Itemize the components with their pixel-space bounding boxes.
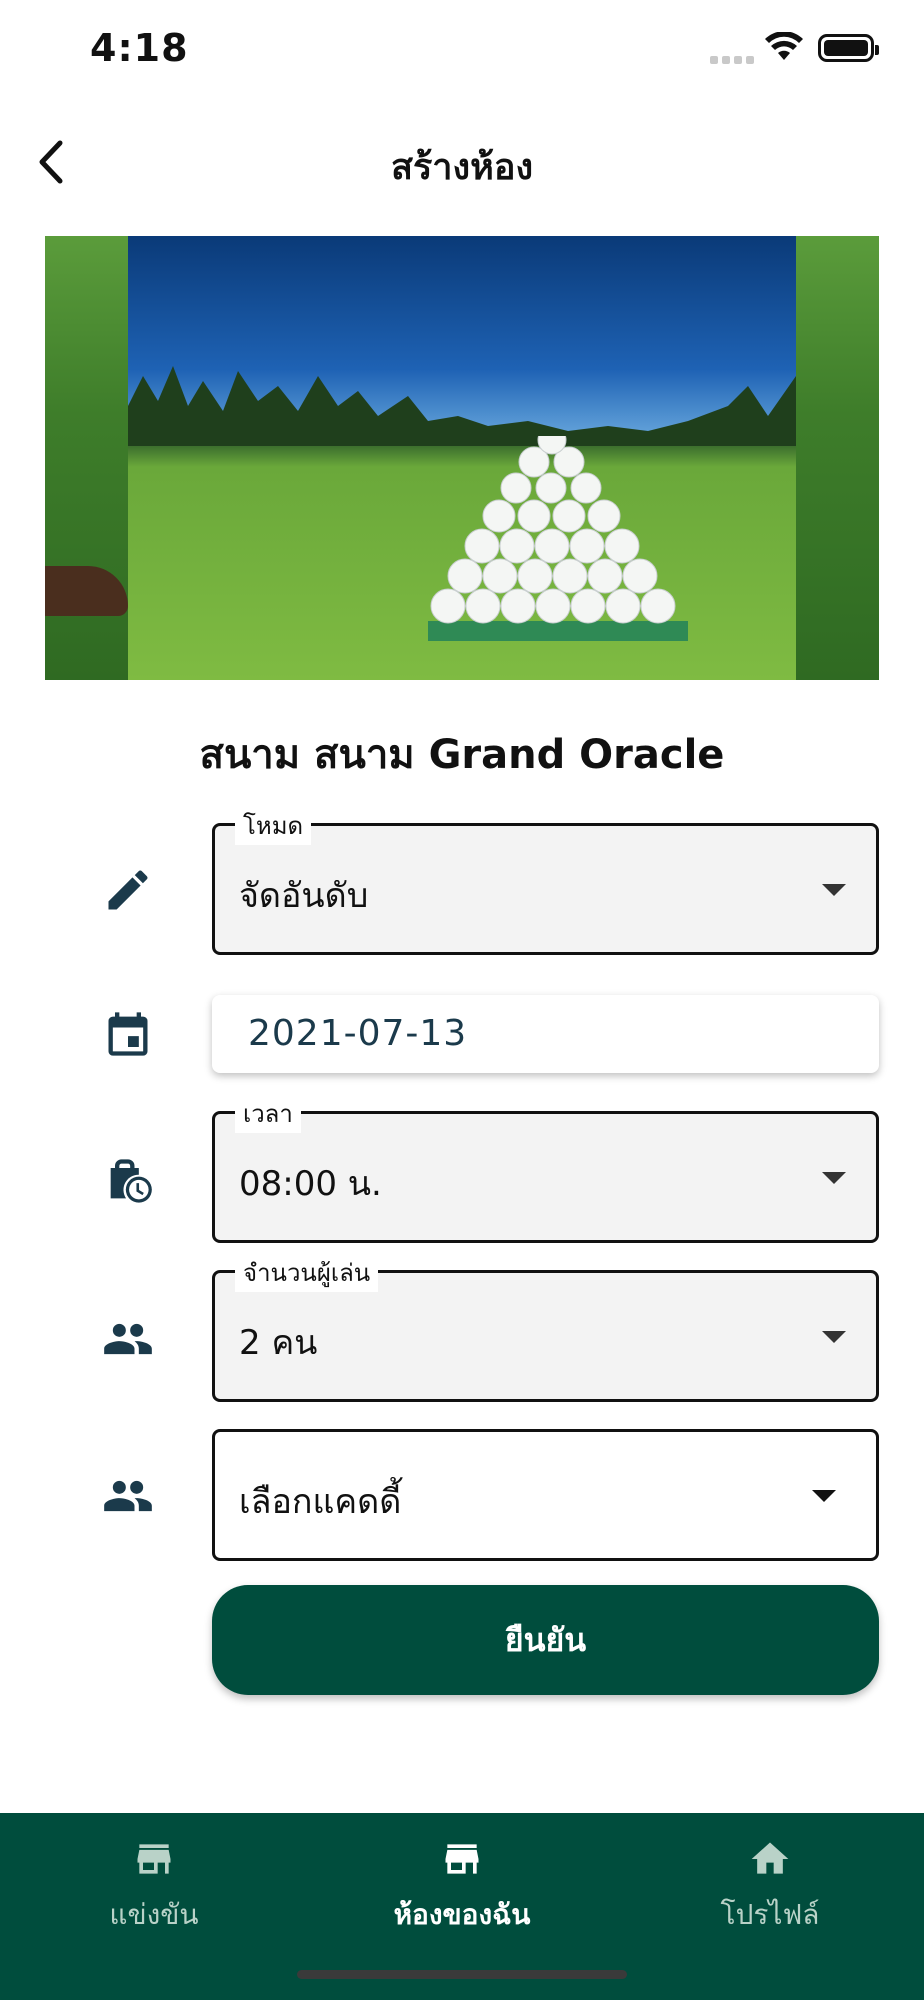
confirm-button[interactable]: ยืนยัน: [212, 1585, 879, 1695]
nav-item-competition[interactable]: แข่งขัน: [4, 1813, 304, 1953]
time-value: 08:00 น.: [239, 1164, 382, 1204]
players-value: 2 คน: [239, 1323, 318, 1363]
date-field[interactable]: 2021-07-13: [212, 995, 879, 1073]
caddy-value: เลือกแคดดี้: [239, 1482, 402, 1522]
nav-label: ห้องของฉัน: [393, 1898, 531, 1931]
chevron-down-icon: [812, 1490, 836, 1502]
status-time: 4:18: [90, 26, 189, 70]
course-image: [45, 236, 879, 680]
edit-icon: [108, 870, 148, 910]
course-name: สนาม สนาม Grand Oracle: [199, 732, 725, 778]
people-icon: [104, 1323, 152, 1355]
nav-item-profile[interactable]: โปรไฟล์: [620, 1813, 920, 1953]
clock-bag-icon: [110, 1159, 152, 1203]
signal-icon: [710, 56, 754, 64]
players-select[interactable]: จำนวนผู้เล่น 2 คน: [212, 1253, 879, 1402]
nav-item-my-rooms[interactable]: ห้องของฉัน: [312, 1813, 612, 1953]
home-icon: [751, 1842, 789, 1874]
caddy-select[interactable]: เลือกแคดดี้: [212, 1429, 879, 1561]
time-label: เวลา: [235, 1094, 301, 1133]
calendar-icon: [108, 1012, 148, 1056]
home-indicator: [297, 1970, 627, 1979]
store-icon: [445, 1844, 479, 1874]
nav-label: โปรไฟล์: [720, 1898, 820, 1931]
players-label: จำนวนผู้เล่น: [235, 1253, 379, 1292]
mode-label: โหมด: [235, 806, 312, 845]
mode-select[interactable]: โหมด จัดอันดับ: [212, 806, 879, 955]
mode-value: จัดอันดับ: [239, 876, 369, 916]
chevron-down-icon: [822, 1331, 846, 1343]
page-title: สร้างห้อง: [390, 147, 534, 188]
chevron-down-icon: [822, 884, 846, 896]
date-value: 2021-07-13: [248, 1013, 468, 1054]
wifi-icon: [765, 32, 803, 60]
nav-label: แข่งขัน: [109, 1898, 199, 1931]
people-icon: [104, 1480, 152, 1512]
time-select[interactable]: เวลา 08:00 น.: [212, 1094, 879, 1243]
store-icon: [137, 1844, 171, 1874]
battery-icon: [818, 34, 879, 62]
chevron-down-icon: [822, 1172, 846, 1184]
